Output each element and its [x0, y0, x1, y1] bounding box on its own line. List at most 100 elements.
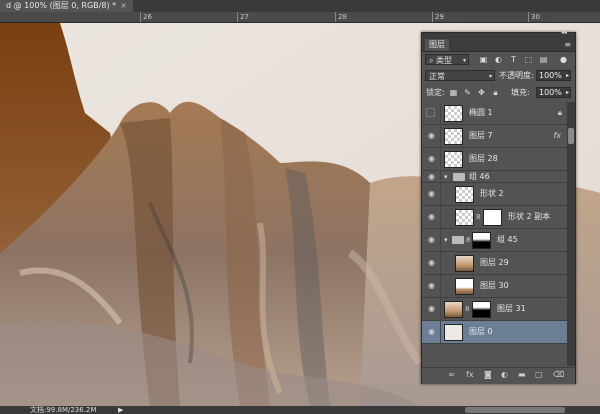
layer-name: 形状 2	[480, 189, 504, 198]
add-mask-icon[interactable]: ◙	[484, 370, 492, 379]
lock-label: 锁定:	[426, 88, 445, 97]
panel-menu-icon[interactable]: ≡	[564, 39, 571, 51]
layer-name: 图层 29	[480, 258, 509, 267]
ruler-tick-label: 29	[435, 13, 444, 21]
lock-icon: 🔒︎	[557, 108, 562, 117]
status-menu-arrow-icon[interactable]: ▶	[118, 406, 123, 414]
group-row[interactable]: ◉ ▾ 8 组 45	[422, 229, 567, 252]
layer-thumbnail	[444, 151, 463, 168]
opacity-label: 不透明度:	[499, 71, 534, 80]
opacity-value: 100%	[539, 71, 562, 80]
layers-panel: ◂◂ × 图层 ≡ ⌕ 类型 ▾ ▣ ◐ T ⬚ ▤ ● 正常 ▾ 不透明度: 10…	[421, 29, 576, 384]
adjustment-filter-icon[interactable]: ◐	[493, 54, 504, 65]
layer-name: 椭圆 1	[469, 108, 493, 117]
eye-icon[interactable]: ◉	[426, 304, 437, 314]
filter-type-value: 类型	[436, 56, 453, 65]
layer-mask-thumbnail[interactable]	[472, 301, 491, 318]
close-panel-icon[interactable]: ×	[562, 29, 567, 36]
visibility-toggle[interactable]	[426, 108, 435, 117]
group-name: 组 46	[469, 172, 490, 181]
layer-row[interactable]: ◉ 图层 30	[422, 275, 567, 298]
eye-icon[interactable]: ◉	[426, 212, 437, 222]
document-tab[interactable]: d @ 100% (图层 0, RGB/8) * ×	[0, 0, 133, 12]
ruler-tick-label: 27	[240, 13, 249, 21]
layer-thumbnail	[455, 278, 474, 295]
layer-name: 图层 30	[480, 281, 509, 290]
eye-icon[interactable]: ◉	[426, 172, 437, 182]
layer-thumbnail	[455, 255, 474, 272]
ruler-tick-label: 28	[338, 13, 347, 21]
eye-icon[interactable]: ◉	[426, 281, 437, 291]
eye-icon[interactable]: ◉	[426, 131, 437, 141]
filter-row: ⌕ 类型 ▾ ▣ ◐ T ⬚ ▤ ●	[422, 53, 575, 66]
pixel-filter-icon[interactable]: ▣	[478, 54, 489, 65]
layer-thumbnail	[455, 209, 474, 226]
opacity-field[interactable]: 100% ▸	[536, 70, 571, 81]
smart-object-filter-icon[interactable]: ▤	[538, 54, 549, 65]
layer-row[interactable]: ◉ 图层 28	[422, 148, 567, 171]
document-size-info[interactable]: 文档:99.8M/236.2M	[30, 406, 96, 414]
blend-mode-select[interactable]: 正常 ▾	[425, 70, 495, 81]
eye-icon[interactable]: ◉	[426, 235, 437, 245]
expand-group-icon[interactable]: ▾	[444, 229, 448, 251]
new-group-icon[interactable]: ▬	[518, 370, 526, 379]
shape-filter-icon[interactable]: ⬚	[523, 54, 534, 65]
blend-mode-value: 正常	[429, 72, 445, 81]
fill-value: 100%	[539, 88, 562, 97]
link-icon: 8	[466, 236, 471, 244]
layers-scrollbar[interactable]	[567, 102, 575, 366]
lock-all-icon[interactable]: 🔒︎	[490, 87, 501, 98]
ruler-tick-label: 26	[143, 13, 152, 21]
lock-row: 锁定: ▦ ✎ ✥ 🔒︎ 填充: 100% ▸	[422, 86, 575, 99]
link-icon: 8	[465, 305, 470, 313]
layer-effects-icon[interactable]: fx	[553, 125, 561, 147]
status-bar: 文档:99.8M/236.2M ▶	[0, 406, 600, 414]
layer-row[interactable]: ◉ 8 图层 31	[422, 298, 567, 321]
blend-row: 正常 ▾ 不透明度: 100% ▸	[422, 69, 575, 82]
group-row[interactable]: ◉ ▾ 组 46	[422, 171, 567, 183]
group-mask-thumbnail[interactable]	[472, 232, 491, 249]
expand-group-icon[interactable]: ▾	[444, 171, 448, 183]
layer-name: 图层 7	[469, 131, 493, 140]
layer-row[interactable]: ◉ 形状 2	[422, 183, 567, 206]
layer-thumbnail	[444, 301, 463, 318]
layer-row[interactable]: ◉ 图层 29	[422, 252, 567, 275]
eye-icon[interactable]: ◉	[426, 327, 437, 337]
group-name: 组 45	[497, 235, 518, 244]
layer-row-selected[interactable]: ◉ 图层 0	[422, 321, 567, 344]
eye-icon[interactable]: ◉	[426, 154, 437, 164]
document-tab-title: d @ 100% (图层 0, RGB/8) *	[6, 1, 117, 10]
horizontal-scrollbar[interactable]	[465, 407, 565, 413]
eye-icon[interactable]: ◉	[426, 189, 437, 199]
scrollbar-thumb[interactable]	[568, 128, 574, 144]
layer-name: 图层 28	[469, 154, 498, 163]
layer-row[interactable]: 椭圆 1 🔒︎	[422, 102, 567, 125]
add-style-icon[interactable]: fx	[466, 370, 474, 379]
delete-layer-icon[interactable]: ⌫	[553, 370, 564, 379]
tab-layers[interactable]: 图层	[425, 39, 449, 51]
layer-thumbnail	[444, 128, 463, 145]
horizontal-ruler: 26 27 28 29 30	[0, 12, 600, 23]
panel-tab-strip: 图层 ≡	[422, 39, 575, 52]
lock-transparent-icon[interactable]: ▦	[448, 87, 459, 98]
eye-icon[interactable]: ◉	[426, 258, 437, 268]
fill-field[interactable]: 100% ▸	[536, 87, 571, 98]
close-tab-icon[interactable]: ×	[120, 1, 127, 10]
layer-mask-thumbnail[interactable]	[483, 209, 502, 226]
layer-thumbnail	[444, 324, 463, 341]
adjustment-layer-icon[interactable]: ◐	[501, 370, 508, 379]
layer-row[interactable]: ◉ 图层 7 fx	[422, 125, 567, 148]
filter-toggle-icon[interactable]: ●	[558, 54, 569, 65]
layer-thumbnail	[455, 186, 474, 203]
filter-type-select[interactable]: ⌕ 类型 ▾	[425, 54, 469, 65]
lock-position-icon[interactable]: ✥	[476, 87, 487, 98]
layer-thumbnail	[444, 105, 463, 122]
text-filter-icon[interactable]: T	[508, 54, 519, 65]
layers-bottom-toolbar: ∞ fx ◙ ◐ ▬ ▢ ⌫	[422, 367, 575, 384]
layer-row[interactable]: ◉ 8 形状 2 副本	[422, 206, 567, 229]
fill-label: 填充:	[511, 88, 530, 97]
link-layers-icon[interactable]: ∞	[448, 370, 455, 379]
new-layer-icon[interactable]: ▢	[535, 370, 543, 379]
folder-icon	[453, 173, 465, 181]
lock-pixels-icon[interactable]: ✎	[462, 87, 473, 98]
